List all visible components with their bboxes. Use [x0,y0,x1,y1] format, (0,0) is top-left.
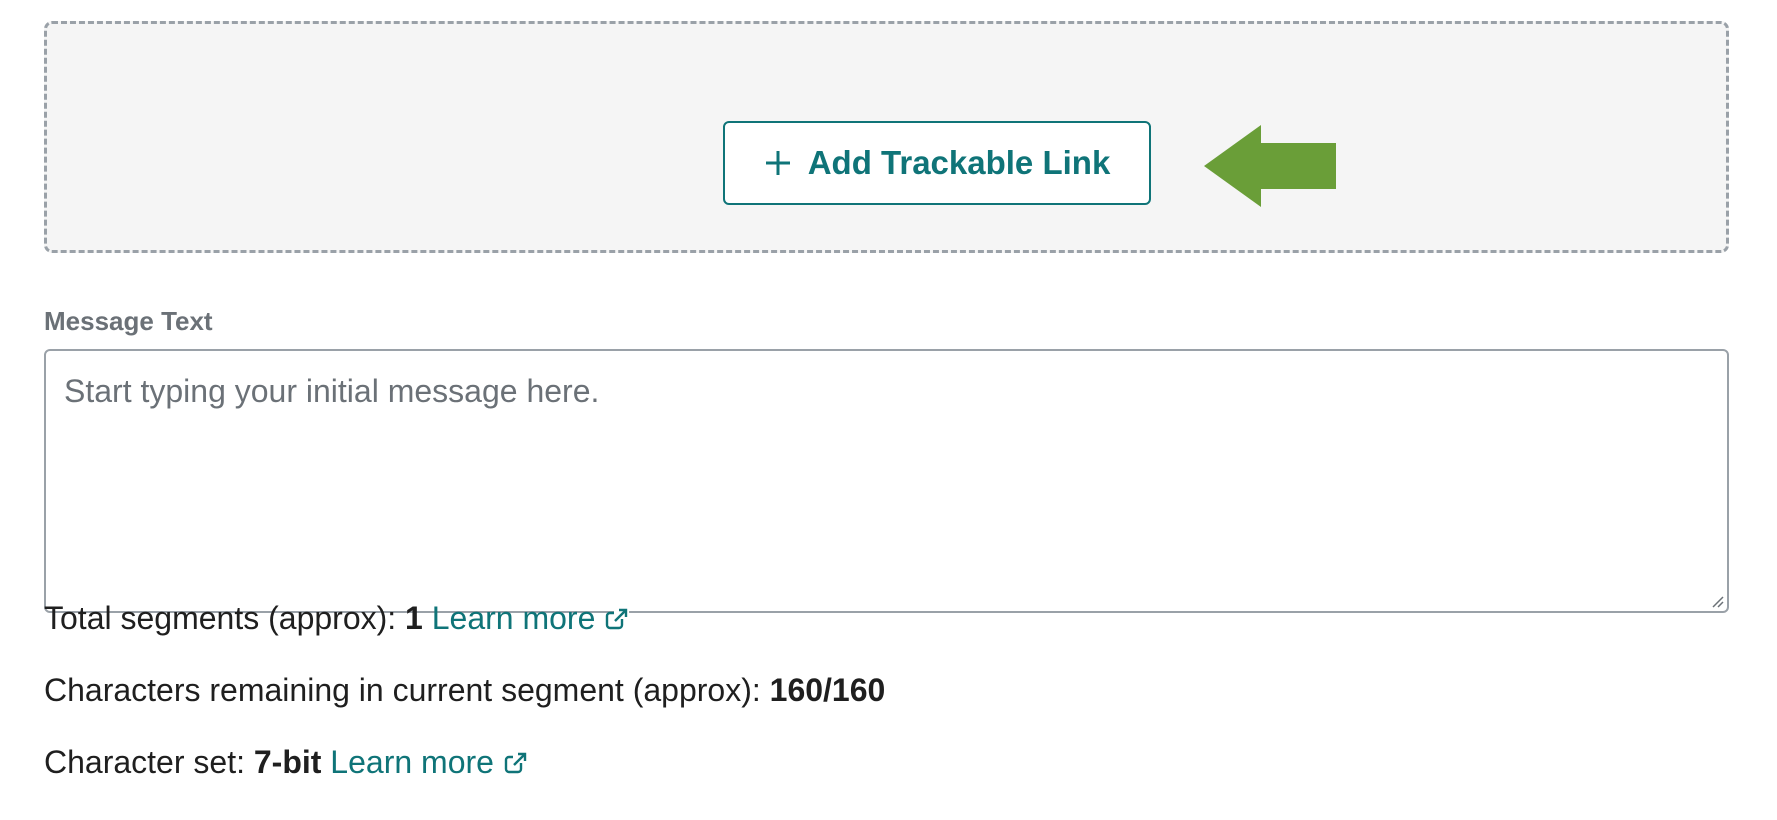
external-link-icon [606,606,630,629]
segments-value: 1 [405,600,423,636]
message-text-label: Message Text [44,306,213,336]
message-text-input[interactable] [46,351,1727,611]
charset-info: Character set: 7-bit Learn more [44,744,528,781]
plus-icon [765,151,790,175]
charset-learn-more-link[interactable]: Learn more [330,744,528,781]
remaining-label: Characters remaining in current segment … [44,672,761,708]
trackable-link-dropzone: Add Trackable Link [44,21,1729,253]
segments-info: Total segments (approx): 1 Learn more [44,600,630,637]
segments-label: Total segments (approx): [44,600,397,636]
charset-learn-more-label: Learn more [330,744,494,780]
remaining-info: Characters remaining in current segment … [44,672,885,709]
resize-handle-icon[interactable] [1707,591,1725,609]
add-trackable-link-label: Add Trackable Link [807,144,1111,181]
charset-label: Character set: [44,744,245,780]
remaining-value: 160/160 [769,672,886,708]
charset-value: 7-bit [253,744,322,780]
annotation-arrow-icon [1204,125,1336,207]
external-link-icon [504,750,528,773]
message-text-box [44,349,1729,613]
segments-learn-more-link[interactable]: Learn more [432,600,630,637]
add-trackable-link-button[interactable]: Add Trackable Link [723,121,1151,205]
segments-learn-more-label: Learn more [431,600,596,636]
